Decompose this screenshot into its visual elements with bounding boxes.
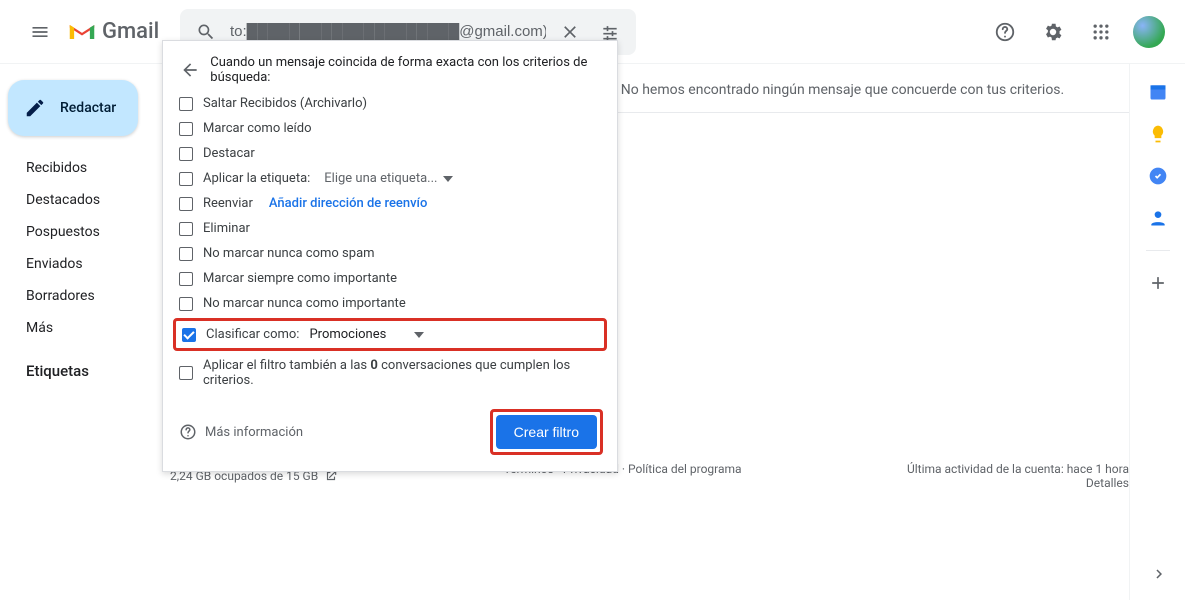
more-info-link[interactable]: Más información bbox=[179, 423, 303, 441]
label-categorize: Clasificar como: bbox=[206, 327, 299, 342]
choose-label-dropdown[interactable]: Elige una etiqueta... bbox=[324, 171, 453, 186]
main-menu-button[interactable] bbox=[16, 8, 64, 56]
collapse-side-panel[interactable] bbox=[1143, 558, 1175, 590]
account-avatar[interactable] bbox=[1133, 16, 1165, 48]
label-skip-inbox: Saltar Recibidos (Archivarlo) bbox=[203, 96, 367, 111]
search-icon bbox=[196, 22, 216, 42]
create-filter-button[interactable]: Crear filtro bbox=[496, 415, 597, 449]
checkbox-star[interactable] bbox=[179, 147, 193, 161]
label-always-important: Marcar siempre como importante bbox=[203, 271, 397, 286]
checkbox-forward[interactable] bbox=[179, 197, 193, 211]
create-filter-label: Crear filtro bbox=[514, 424, 579, 440]
gear-icon bbox=[1042, 21, 1064, 43]
tasks-icon bbox=[1148, 166, 1168, 186]
label-never-important: No marcar nunca como importante bbox=[203, 296, 406, 311]
filter-back-button[interactable] bbox=[179, 58, 200, 82]
header-actions bbox=[985, 12, 1169, 52]
gmail-m-icon bbox=[68, 21, 96, 43]
checkbox-skip-inbox[interactable] bbox=[179, 97, 193, 111]
checkbox-apply-existing[interactable] bbox=[179, 366, 193, 380]
label-apply-label: Aplicar la etiqueta: bbox=[203, 171, 310, 186]
help-circle-icon bbox=[179, 423, 197, 441]
nav-label: Más bbox=[26, 320, 53, 336]
category-dropdown[interactable]: Promociones bbox=[309, 327, 424, 342]
settings-button[interactable] bbox=[1033, 12, 1073, 52]
checkbox-mark-read[interactable] bbox=[179, 122, 193, 136]
caret-down-icon bbox=[414, 330, 424, 340]
label-mark-read: Marcar como leído bbox=[203, 121, 312, 136]
apply-existing-text-a: Aplicar el filtro también a las bbox=[203, 358, 367, 373]
pencil-icon bbox=[24, 97, 46, 119]
add-forwarding-link[interactable]: Añadir dirección de reenvío bbox=[269, 196, 427, 211]
tune-icon bbox=[600, 22, 620, 42]
keep-addon[interactable] bbox=[1148, 124, 1168, 144]
activity-text: Última actividad de la cuenta: hace 1 ho… bbox=[907, 462, 1129, 476]
calendar-addon[interactable] bbox=[1148, 82, 1168, 102]
get-addons[interactable] bbox=[1148, 273, 1168, 293]
chevron-right-icon bbox=[1150, 565, 1168, 583]
label-apply-existing: Aplicar el filtro también a las 0 conver… bbox=[203, 358, 601, 388]
nav-label: Destacados bbox=[26, 192, 100, 208]
compose-label: Redactar bbox=[60, 100, 116, 116]
arrow-left-icon bbox=[180, 60, 200, 80]
contacts-addon[interactable] bbox=[1148, 208, 1168, 228]
filter-panel-title: Cuando un mensaje coincida de forma exac… bbox=[210, 55, 601, 85]
label-star: Destacar bbox=[203, 146, 255, 161]
labels-header-text: Etiquetas bbox=[26, 362, 89, 380]
calendar-icon bbox=[1148, 82, 1168, 102]
close-icon bbox=[560, 22, 580, 42]
hamburger-icon bbox=[30, 22, 50, 42]
apply-existing-count: 0 bbox=[370, 358, 377, 373]
apps-grid-icon bbox=[1091, 22, 1111, 42]
plus-icon bbox=[1148, 273, 1168, 293]
details-link[interactable]: Detalles bbox=[1086, 476, 1129, 490]
nav-label: Pospuestos bbox=[26, 224, 100, 240]
checkbox-delete[interactable] bbox=[179, 222, 193, 236]
checkbox-categorize[interactable] bbox=[182, 328, 196, 342]
program-policy-link[interactable]: Política del programa bbox=[628, 462, 742, 476]
checkbox-apply-label[interactable] bbox=[179, 172, 193, 186]
footer-activity: Última actividad de la cuenta: hace 1 ho… bbox=[907, 462, 1129, 490]
help-icon bbox=[994, 21, 1016, 43]
caret-down-icon bbox=[443, 174, 453, 184]
choose-label-text: Elige una etiqueta... bbox=[324, 171, 437, 186]
label-forward: Reenviar bbox=[203, 196, 253, 211]
tasks-addon[interactable] bbox=[1148, 166, 1168, 186]
person-icon bbox=[1148, 208, 1168, 228]
label-not-spam: No marcar nunca como spam bbox=[203, 246, 375, 261]
side-panel bbox=[1129, 64, 1185, 600]
more-info-text: Más información bbox=[205, 425, 303, 440]
gmail-logo-text: Gmail bbox=[102, 19, 159, 44]
nav-label: Enviados bbox=[26, 256, 83, 272]
category-value: Promociones bbox=[309, 327, 386, 342]
categorize-row-highlight: Clasificar como: Promociones bbox=[173, 318, 607, 351]
compose-button[interactable]: Redactar bbox=[8, 80, 138, 136]
nav-label: Borradores bbox=[26, 288, 95, 304]
label-delete: Eliminar bbox=[203, 221, 250, 236]
support-button[interactable] bbox=[985, 12, 1025, 52]
checkbox-not-spam[interactable] bbox=[179, 247, 193, 261]
apps-button[interactable] bbox=[1081, 12, 1121, 52]
nav-label: Recibidos bbox=[26, 160, 87, 176]
create-filter-highlight: Crear filtro bbox=[490, 409, 603, 455]
search-input[interactable] bbox=[226, 23, 550, 40]
checkbox-always-important[interactable] bbox=[179, 272, 193, 286]
checkbox-never-important[interactable] bbox=[179, 297, 193, 311]
create-filter-panel: Cuando un mensaje coincida de forma exac… bbox=[162, 40, 618, 472]
keep-icon bbox=[1148, 124, 1168, 144]
dot-sep: · bbox=[622, 462, 625, 476]
